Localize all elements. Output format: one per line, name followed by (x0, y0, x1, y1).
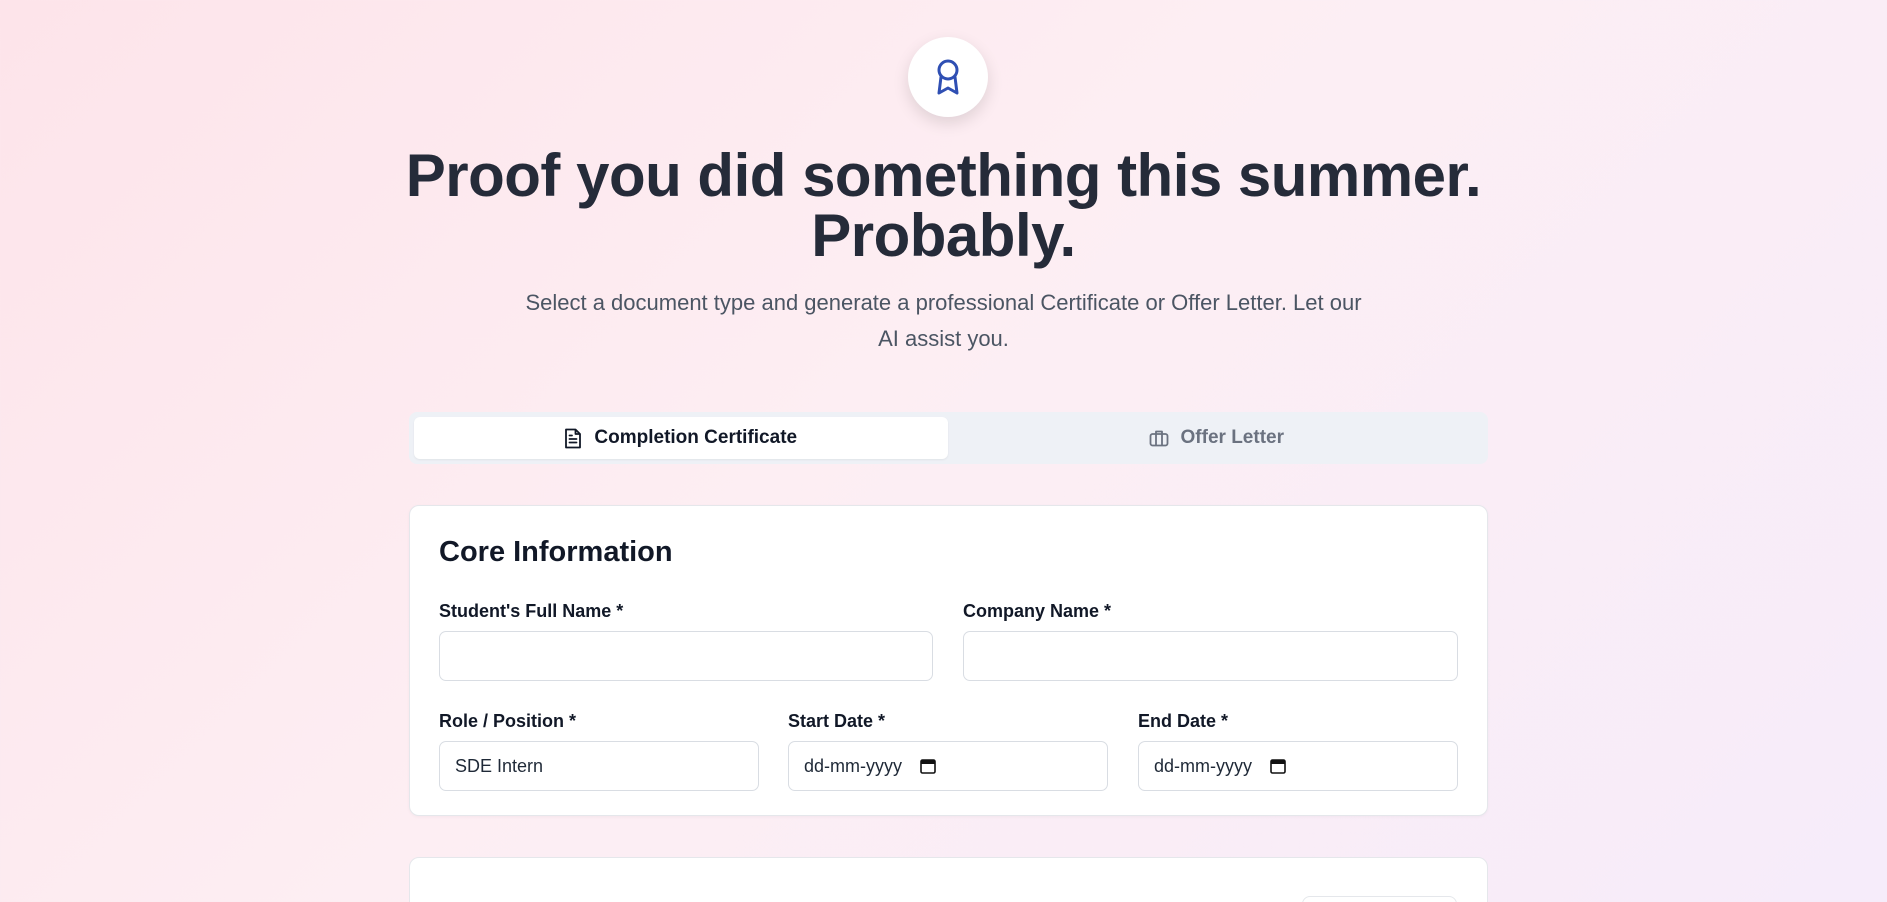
award-badge (908, 37, 988, 117)
student-name-label: Student's Full Name * (439, 601, 624, 621)
headline-line-1: Proof you did something this summer. (405, 142, 1482, 209)
page-subtitle: Select a document type and generate a pr… (525, 290, 1362, 351)
role-label: Role / Position * (439, 711, 577, 731)
calendar-icon[interactable] (1270, 758, 1286, 774)
student-name-input[interactable] (439, 631, 933, 681)
end-date-input[interactable]: dd-mm-yyyy (1138, 741, 1458, 791)
tab-offer-letter[interactable]: Offer Letter (950, 417, 1484, 459)
start-date-placeholder: dd-mm-yyyy (804, 755, 902, 776)
company-name-field: Company Name * (963, 601, 1458, 681)
core-information-card: Core Information Student's Full Name * C… (409, 505, 1488, 816)
tab-completion-certificate-label: Completion Certificate (594, 427, 798, 448)
briefcase-icon (1149, 430, 1168, 447)
end-date-label: End Date * (1138, 711, 1229, 731)
company-name-label: Company Name * (963, 601, 1112, 621)
next-section-card (409, 857, 1488, 902)
document-type-tabs: Completion Certificate Offer Letter (409, 412, 1488, 464)
tab-offer-letter-label: Offer Letter (1180, 427, 1284, 448)
role-input[interactable]: SDE Intern (439, 741, 759, 791)
end-date-field: End Date * dd-mm-yyyy (1138, 711, 1458, 791)
end-date-placeholder: dd-mm-yyyy (1154, 755, 1252, 776)
section-action-button[interactable] (1302, 896, 1457, 902)
headline-line-2: Probably. (811, 202, 1076, 269)
company-name-input[interactable] (963, 631, 1458, 681)
role-field: Role / Position * SDE Intern (439, 711, 759, 791)
start-date-label: Start Date * (788, 711, 886, 731)
document-icon (565, 428, 582, 448)
student-name-field: Student's Full Name * (439, 601, 933, 681)
award-ribbon-icon (937, 59, 959, 95)
core-information-title: Core Information (439, 536, 673, 568)
start-date-input[interactable]: dd-mm-yyyy (788, 741, 1108, 791)
page-headline: Proof you did something this summer. Pro… (340, 146, 1547, 266)
calendar-icon[interactable] (920, 758, 936, 774)
tab-completion-certificate[interactable]: Completion Certificate (414, 417, 948, 459)
start-date-field: Start Date * dd-mm-yyyy (788, 711, 1108, 791)
